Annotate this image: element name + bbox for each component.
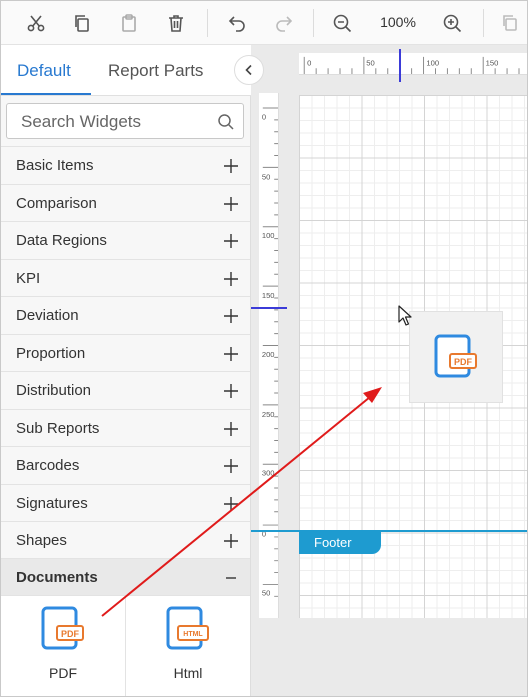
toolbar-separator — [483, 9, 484, 37]
category-distribution[interactable]: Distribution — [1, 371, 250, 408]
minus-icon — [226, 577, 236, 579]
pdf-icon: PDF — [41, 606, 84, 650]
zoom-level[interactable]: 100% — [373, 14, 423, 30]
plus-icon — [224, 234, 238, 248]
widget-label: PDF — [49, 665, 77, 681]
plus-icon — [224, 497, 238, 511]
documents-widgets: PDF PDF HTML Html — [1, 595, 250, 696]
category-shapes[interactable]: Shapes — [1, 521, 250, 558]
category-label: Sub Reports — [16, 420, 100, 437]
ruler-label: 200 — [262, 350, 275, 359]
toolbar-separator — [207, 9, 208, 37]
category-proportion[interactable]: Proportion — [1, 334, 250, 371]
plus-icon — [224, 384, 238, 398]
copy-dropdown-icon — [495, 8, 525, 38]
search-box — [6, 103, 244, 139]
ruler-label: 50 — [262, 588, 270, 597]
collapse-panel-button[interactable] — [234, 55, 264, 85]
category-label: Shapes — [16, 532, 67, 549]
category-label: Comparison — [16, 195, 97, 212]
ruler-label: 0 — [262, 112, 266, 121]
ruler-label: 0 — [307, 58, 311, 67]
ruler-label: 150 — [262, 291, 275, 300]
footer-divider[interactable] — [251, 530, 527, 532]
plus-icon — [224, 197, 238, 211]
category-label: Basic Items — [16, 157, 94, 174]
zoom-out-icon[interactable] — [327, 8, 357, 38]
pdf-icon: PDF — [434, 334, 477, 378]
plus-icon — [224, 272, 238, 286]
toolbar-separator — [313, 9, 314, 37]
ruler-label: 100 — [426, 58, 439, 67]
widget-html[interactable]: HTML Html — [126, 596, 250, 696]
tab-default[interactable]: Default — [17, 61, 71, 81]
chevron-left-icon — [245, 64, 252, 76]
tab-report-parts[interactable]: Report Parts — [108, 61, 203, 81]
ruler-label: 250 — [262, 410, 275, 419]
category-comparison[interactable]: Comparison — [1, 184, 250, 221]
ruler-label: 150 — [486, 58, 499, 67]
toolbar: 100% — [1, 1, 527, 45]
category-data-regions[interactable]: Data Regions — [1, 221, 250, 258]
category-label: Distribution — [16, 382, 92, 399]
active-tab-indicator — [1, 93, 91, 95]
ruler-position-marker — [251, 307, 287, 309]
copy-icon[interactable] — [67, 8, 97, 38]
zoom-in-icon[interactable] — [437, 8, 467, 38]
plus-icon — [224, 309, 238, 323]
category-deviation[interactable]: Deviation — [1, 296, 250, 333]
horizontal-ruler[interactable]: 0 50 100 150 — [299, 53, 528, 75]
html-badge-text: HTML — [183, 631, 203, 638]
plus-icon — [224, 534, 238, 548]
redo-icon — [269, 8, 299, 38]
widget-panel: Default Report Parts Basic Items Compari… — [1, 45, 264, 696]
mouse-cursor-icon — [398, 305, 412, 326]
drag-preview: PDF — [409, 311, 503, 403]
html-icon: HTML — [166, 606, 209, 650]
plus-icon — [224, 159, 238, 173]
report-designer: 100% Default Report Parts Basic Items Co… — [0, 0, 528, 697]
category-signatures[interactable]: Signatures — [1, 484, 250, 521]
pdf-badge-text: PDF — [454, 357, 473, 367]
search-icon[interactable] — [217, 113, 235, 131]
category-label: Documents — [16, 569, 98, 586]
undo-icon[interactable] — [222, 8, 252, 38]
delete-icon[interactable] — [161, 8, 191, 38]
category-label: Deviation — [16, 307, 79, 324]
plus-icon — [224, 347, 238, 361]
category-label: Proportion — [16, 345, 86, 362]
cut-icon[interactable] — [21, 8, 51, 38]
ruler-label: 100 — [262, 231, 275, 240]
pdf-badge-text: PDF — [61, 629, 80, 639]
category-sub-reports[interactable]: Sub Reports — [1, 409, 250, 446]
vertical-ruler[interactable]: 0 50 100 150 200 250 300 0 50 — [259, 93, 279, 618]
category-label: Data Regions — [16, 232, 107, 249]
paste-icon — [114, 8, 144, 38]
category-label: KPI — [16, 270, 41, 287]
category-documents[interactable]: Documents — [1, 558, 250, 595]
design-area: 0 50 100 150 0 50 100 150 200 250 300 0 … — [251, 45, 528, 696]
ruler-label: 300 — [262, 469, 275, 478]
category-kpi[interactable]: KPI — [1, 259, 250, 296]
category-label: Signatures — [16, 495, 88, 512]
search-input[interactable] — [21, 112, 211, 132]
category-barcodes[interactable]: Barcodes — [1, 446, 250, 483]
panel-tabs: Default Report Parts — [1, 45, 251, 96]
plus-icon — [224, 459, 238, 473]
category-label: Barcodes — [16, 457, 80, 474]
widget-pdf[interactable]: PDF PDF — [1, 596, 125, 696]
plus-icon — [224, 422, 238, 436]
widget-label: Html — [173, 665, 203, 681]
footer-label[interactable]: Footer — [299, 532, 381, 554]
category-basic-items[interactable]: Basic Items — [1, 146, 250, 183]
ruler-position-marker — [399, 49, 401, 82]
ruler-label: 50 — [262, 172, 270, 181]
ruler-label: 50 — [366, 58, 374, 67]
